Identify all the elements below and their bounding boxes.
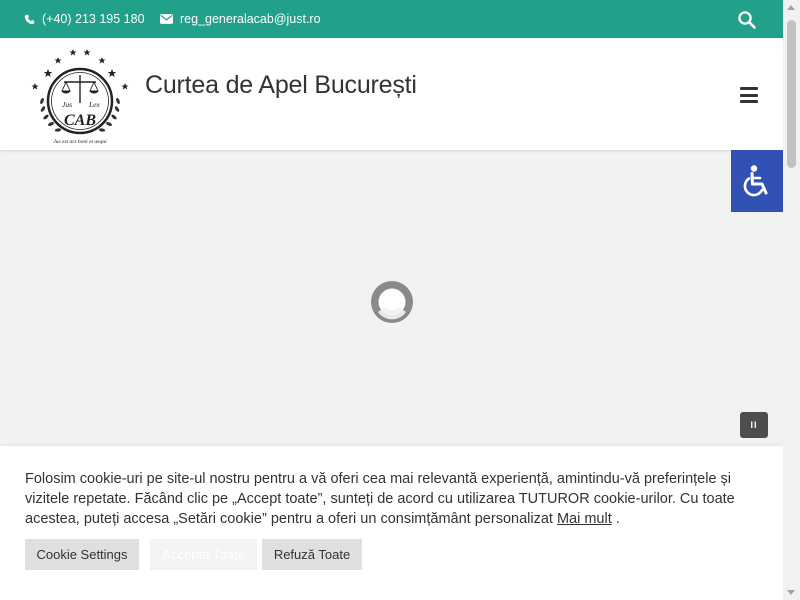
wheelchair-icon (743, 165, 768, 197)
cookie-consent-banner: Folosim cookie-uri pe site-ul nostru pen… (0, 446, 783, 600)
cookie-message-end: . (611, 511, 620, 527)
site-title[interactable]: Curtea de Apel București (145, 71, 417, 100)
svg-text:Jus est ars boni et aequi: Jus est ars boni et aequi (53, 139, 107, 145)
email-address[interactable]: reg_generalacab@just.ro (180, 12, 321, 26)
hamburger-menu-icon[interactable] (740, 87, 758, 103)
accessibility-toggle-button[interactable] (731, 150, 783, 212)
loading-spinner-icon (371, 281, 413, 323)
phone-contact[interactable]: (+40) 213 195 180 (24, 0, 145, 38)
page-scrollbar[interactable] (783, 0, 800, 600)
accept-all-button[interactable]: Accepta Toate (150, 539, 257, 570)
cookie-message-text: Folosim cookie-uri pe site-ul nostru pen… (25, 471, 735, 527)
top-contact-bar: (+40) 213 195 180 reg_generalacab@just.r… (0, 0, 783, 38)
more-info-link[interactable]: Mai mult (557, 511, 612, 527)
envelope-icon (160, 14, 173, 24)
scrollbar-thumb[interactable] (787, 20, 796, 168)
search-icon[interactable] (737, 10, 757, 30)
pause-icon[interactable]: II (740, 412, 768, 438)
cookie-message: Folosim cookie-uri pe site-ul nostru pen… (25, 469, 750, 529)
email-contact[interactable]: reg_generalacab@just.ro (160, 0, 321, 38)
site-header: Jus Lex CAB Jus est ars boni et aequi Cu… (0, 38, 783, 150)
site-logo[interactable]: Jus Lex CAB Jus est ars boni et aequi (28, 41, 132, 147)
phone-icon (24, 14, 35, 24)
svg-text:CAB: CAB (64, 112, 96, 129)
scroll-up-arrow-icon[interactable] (787, 5, 795, 10)
svg-text:Lex: Lex (88, 100, 101, 109)
svg-text:Jus: Jus (62, 100, 72, 109)
scroll-down-arrow-icon[interactable] (787, 590, 795, 595)
cookie-settings-button[interactable]: Cookie Settings (25, 539, 139, 570)
phone-number[interactable]: (+40) 213 195 180 (42, 12, 145, 26)
reject-all-button[interactable]: Refuză Toate (262, 539, 362, 570)
